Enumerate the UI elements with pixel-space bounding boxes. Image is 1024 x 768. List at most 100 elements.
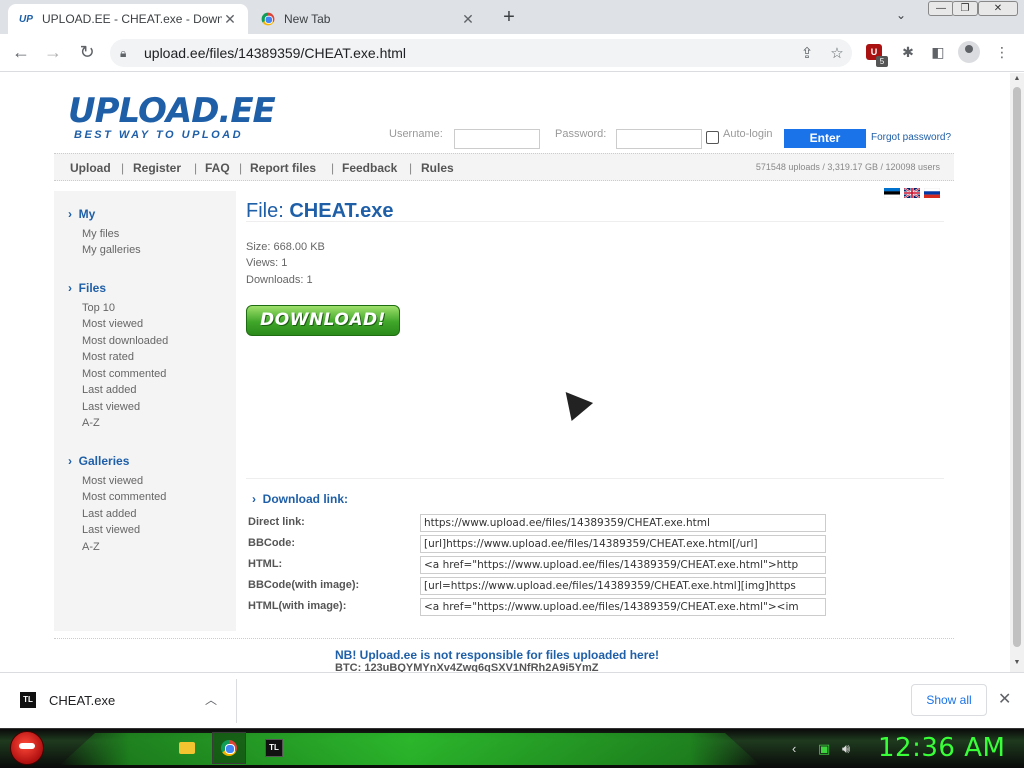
page-title: File: CHEAT.exe bbox=[246, 200, 394, 222]
chevron-right-icon: › bbox=[252, 492, 256, 506]
menu-kebab-icon[interactable]: ⋮ bbox=[992, 44, 1012, 62]
sidebar: › My My files My galleries › Files Top 1… bbox=[54, 191, 236, 631]
sidebar-item-last-added[interactable]: Last added bbox=[82, 384, 136, 396]
new-tab-button[interactable]: + bbox=[498, 6, 520, 29]
bbcode-image-field[interactable]: [url=https://www.upload.ee/files/1438935… bbox=[420, 577, 826, 595]
sidebar-item-most-viewed[interactable]: Most viewed bbox=[82, 318, 143, 330]
enter-button[interactable]: Enter bbox=[784, 129, 866, 148]
tab-search-chevron-icon[interactable]: ⌄ bbox=[896, 8, 906, 22]
sidebar-item-gal-last-added[interactable]: Last added bbox=[82, 508, 136, 520]
lock-icon: 🔒︎ bbox=[120, 45, 127, 60]
minimize-button[interactable]: — bbox=[928, 1, 954, 16]
address-bar[interactable]: 🔒︎ upload.ee/files/14389359/CHEAT.exe.ht… bbox=[110, 39, 852, 67]
tray-volume-icon[interactable]: 🔊︎ bbox=[842, 741, 850, 757]
russian-flag-icon[interactable] bbox=[924, 188, 940, 198]
main-menu: Upload | Register | FAQ | Report files |… bbox=[54, 153, 954, 181]
sidebar-item-a-z[interactable]: A-Z bbox=[82, 417, 100, 429]
side-panel-icon[interactable]: ◧ bbox=[928, 44, 948, 62]
file-name: CHEAT.exe bbox=[289, 200, 394, 222]
profile-avatar[interactable] bbox=[958, 41, 980, 63]
restore-button[interactable]: ❐ bbox=[952, 1, 978, 16]
sidebar-item-gal-last-viewed[interactable]: Last viewed bbox=[82, 524, 140, 536]
html-label: HTML: bbox=[248, 558, 283, 570]
sidebar-head-galleries[interactable]: › Galleries bbox=[68, 454, 129, 468]
download-link-heading: › Download link: bbox=[252, 492, 349, 506]
divider bbox=[54, 638, 954, 639]
chevron-up-icon[interactable]: ︿ bbox=[205, 691, 217, 708]
menu-upload[interactable]: Upload bbox=[70, 161, 111, 175]
close-tab-icon[interactable]: ✕ bbox=[460, 11, 476, 28]
page-scrollbar[interactable]: ▲ ▼ bbox=[1010, 73, 1024, 672]
taskbar-file-explorer[interactable] bbox=[170, 732, 204, 764]
reload-icon[interactable]: ↻ bbox=[76, 42, 98, 63]
username-input[interactable] bbox=[454, 129, 540, 149]
scrollbar-thumb[interactable] bbox=[1013, 87, 1021, 647]
tab-upload[interactable]: UP UPLOAD.EE - CHEAT.exe - Download ✕ bbox=[8, 4, 248, 34]
footer-btc: BTC: 123uBQYMYnXv4Zwq6qSXV1NfRh2A9i5YmZ bbox=[335, 662, 599, 672]
password-label: Password: bbox=[555, 128, 607, 140]
taskbar-chrome[interactable] bbox=[212, 732, 246, 764]
scroll-down-icon[interactable]: ▼ bbox=[1012, 659, 1022, 666]
autologin-checkbox[interactable] bbox=[706, 131, 719, 144]
divider bbox=[236, 679, 237, 723]
sidebar-head-my[interactable]: › My bbox=[68, 207, 95, 221]
download-button[interactable]: DOWNLOAD! bbox=[246, 305, 400, 336]
taskbar-tl-app[interactable]: TL bbox=[257, 732, 291, 764]
close-window-button[interactable]: ✕ bbox=[978, 1, 1018, 16]
chevron-right-icon: › bbox=[68, 207, 72, 221]
tray-network-icon[interactable]: ▣ bbox=[818, 741, 830, 757]
menu-report-files[interactable]: Report files bbox=[250, 161, 316, 175]
file-size: Size: 668.00 KB bbox=[246, 241, 325, 253]
file-views: Views: 1 bbox=[246, 257, 288, 269]
html-field[interactable]: <a href="https://www.upload.ee/files/143… bbox=[420, 556, 826, 574]
site-logo[interactable]: UPLOAD.EE BEST WAY TO UPLOAD bbox=[68, 93, 276, 141]
sidebar-item-gal-a-z[interactable]: A-Z bbox=[82, 541, 100, 553]
sidebar-item-gal-most-viewed[interactable]: Most viewed bbox=[82, 475, 143, 487]
close-tab-icon[interactable]: ✕ bbox=[222, 11, 238, 28]
estonian-flag-icon[interactable] bbox=[884, 188, 900, 198]
taskbar-clock[interactable]: 12:36 AM bbox=[878, 733, 1005, 763]
menu-rules[interactable]: Rules bbox=[421, 161, 454, 175]
file-downloads: Downloads: 1 bbox=[246, 274, 313, 286]
tab-strip: UP UPLOAD.EE - CHEAT.exe - Download ✕ Ne… bbox=[0, 0, 1024, 34]
password-input[interactable] bbox=[616, 129, 702, 149]
sidebar-item-my-files[interactable]: My files bbox=[82, 228, 119, 240]
site-stats: 571548 uploads / 3,319.17 GB / 120098 us… bbox=[755, 162, 940, 172]
downloaded-file-name[interactable]: CHEAT.exe bbox=[49, 693, 115, 708]
sidebar-item-last-viewed[interactable]: Last viewed bbox=[82, 401, 140, 413]
page-content: UPLOAD.EE BEST WAY TO UPLOAD Username: P… bbox=[0, 73, 1010, 672]
sidebar-head-files[interactable]: › Files bbox=[68, 281, 106, 295]
forward-arrow-icon[interactable]: → bbox=[42, 42, 64, 63]
menu-faq[interactable]: FAQ bbox=[205, 161, 230, 175]
autologin-label: Auto-login bbox=[723, 128, 773, 140]
menu-register[interactable]: Register bbox=[133, 161, 181, 175]
bookmark-star-icon[interactable]: ☆ bbox=[822, 44, 852, 62]
show-all-button[interactable]: Show all bbox=[911, 684, 987, 716]
extensions-puzzle-icon[interactable]: ✱ bbox=[898, 44, 918, 62]
sidebar-item-most-rated[interactable]: Most rated bbox=[82, 351, 134, 363]
sidebar-item-most-downloaded[interactable]: Most downloaded bbox=[82, 335, 168, 347]
share-icon[interactable]: ⇪ bbox=[792, 44, 822, 62]
html-image-label: HTML(with image): bbox=[248, 600, 347, 612]
start-button[interactable] bbox=[10, 731, 44, 765]
close-shelf-icon[interactable]: ✕ bbox=[998, 689, 1011, 709]
tray-chevron-icon[interactable]: ‹ bbox=[792, 741, 796, 756]
scroll-up-icon[interactable]: ▲ bbox=[1012, 75, 1022, 82]
forgot-password-link[interactable]: Forgot password? bbox=[871, 132, 951, 143]
taskbar-glow bbox=[60, 733, 760, 765]
sidebar-item-top10[interactable]: Top 10 bbox=[82, 302, 115, 314]
menu-feedback[interactable]: Feedback bbox=[342, 161, 397, 175]
direct-link-field[interactable]: https://www.upload.ee/files/14389359/CHE… bbox=[420, 514, 826, 532]
exe-file-icon: TL bbox=[20, 692, 36, 708]
tab-title: New Tab bbox=[284, 12, 331, 26]
sidebar-item-my-galleries[interactable]: My galleries bbox=[82, 244, 141, 256]
sidebar-item-gal-most-commented[interactable]: Most commented bbox=[82, 491, 166, 503]
html-image-field[interactable]: <a href="https://www.upload.ee/files/143… bbox=[420, 598, 826, 616]
sidebar-item-most-commented[interactable]: Most commented bbox=[82, 368, 166, 380]
tab-new[interactable]: New Tab ✕ bbox=[250, 4, 486, 34]
back-arrow-icon[interactable]: ← bbox=[10, 42, 32, 63]
english-flag-icon[interactable] bbox=[904, 188, 920, 198]
footer-notice: NB! Upload.ee is not responsible for fil… bbox=[335, 648, 660, 662]
bbcode-image-label: BBCode(with image): bbox=[248, 579, 360, 591]
bbcode-field[interactable]: [url]https://www.upload.ee/files/1438935… bbox=[420, 535, 826, 553]
